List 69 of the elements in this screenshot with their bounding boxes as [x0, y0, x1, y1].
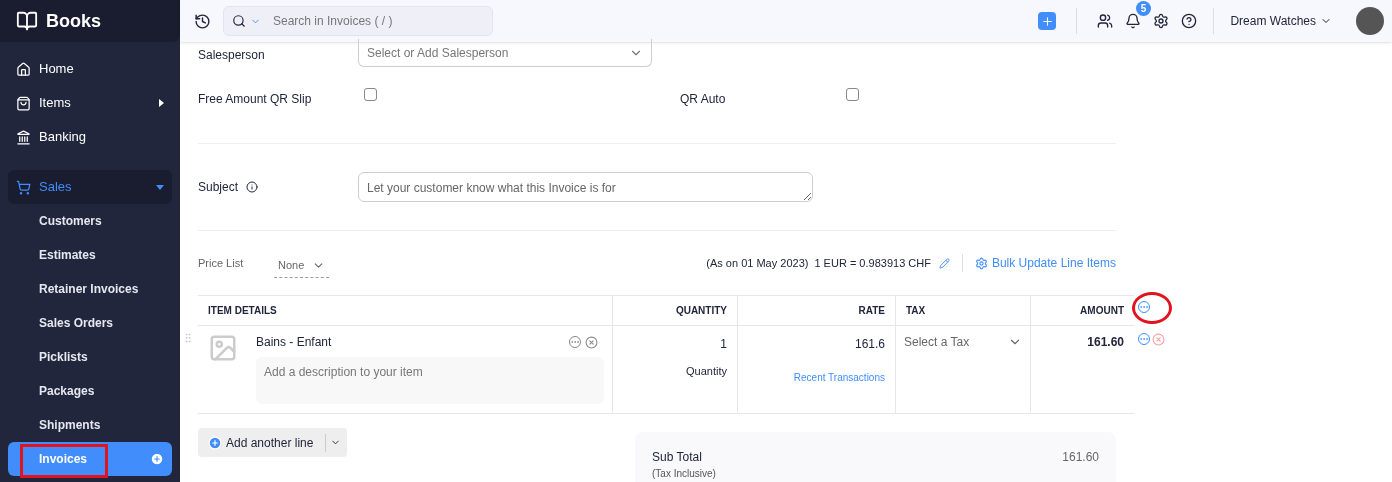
plus-icon — [208, 435, 222, 450]
column-header: AMOUNT — [1030, 296, 1134, 325]
highlight-outline — [1132, 292, 1172, 324]
image-placeholder-icon — [208, 333, 238, 363]
column-header: RATE — [737, 296, 895, 325]
field-label: QR Auto — [680, 91, 727, 108]
add-line-button[interactable]: Add another line — [198, 428, 348, 457]
remove-icon[interactable] — [585, 335, 598, 349]
avatar[interactable] — [1356, 7, 1384, 35]
search-field[interactable]: Search in Invoices ( / ) — [223, 6, 493, 36]
remove-icon[interactable] — [1152, 333, 1165, 346]
price-list-select[interactable]: None — [274, 254, 330, 278]
drag-handle-icon[interactable] — [182, 332, 194, 344]
settings-icon[interactable] — [1153, 13, 1170, 29]
sidebar-item[interactable]: Banking — [8, 120, 172, 154]
unit-label: Quantity — [686, 364, 727, 379]
app-name: Books — [46, 9, 101, 33]
sidebar-subitem[interactable]: Packages — [8, 374, 172, 408]
column-header: TAX — [895, 296, 1030, 325]
sidebar-subitem[interactable]: Shipments — [8, 408, 172, 442]
add-icon — [150, 452, 164, 466]
exchange-rate-date: (As on 01 May 2023) — [706, 255, 809, 271]
sidebar-item[interactable]: Home — [8, 52, 172, 86]
subject-field[interactable]: Let your customer know what this Invoice is for — [358, 172, 813, 202]
settings-icon — [974, 256, 988, 270]
new-button[interactable] — [1038, 12, 1057, 30]
total-label: Sub Total — [652, 449, 703, 466]
logo-icon — [16, 10, 38, 32]
tax-select[interactable]: Select a Tax — [904, 333, 1022, 351]
checkbox[interactable] — [846, 88, 859, 101]
field-label: Free Amount QR Slip — [198, 91, 313, 108]
users-icon[interactable] — [1097, 13, 1114, 29]
rate-value[interactable]: 161.6 — [854, 335, 885, 353]
edit-icon[interactable] — [938, 257, 950, 269]
sidebar-subitem[interactable]: Sales Orders — [8, 306, 172, 340]
sidebar-subitem[interactable]: Retainer Invoices — [8, 272, 172, 306]
organization-menu[interactable]: Dream Watches — [1230, 12, 1332, 30]
sidebar-icon — [16, 95, 31, 111]
sidebar-item[interactable]: Items — [8, 86, 172, 120]
amount-value: 161.60 — [1087, 334, 1124, 351]
sidebar-subitem[interactable]: Estimates — [8, 238, 172, 272]
info-icon — [246, 181, 259, 193]
sidebar-subitem[interactable]: Customers — [8, 204, 172, 238]
column-header: QUANTITY — [612, 296, 737, 325]
quantity-value[interactable]: 1 — [720, 335, 727, 353]
notification-count: 5 — [1135, 1, 1152, 16]
description-field[interactable]: Add a description to your item — [256, 357, 604, 404]
salesperson-select[interactable]: Select or Add Salesperson — [358, 39, 652, 67]
exchange-rate: 1 EUR = 0.983913 CHF — [814, 255, 931, 271]
sidebar-item[interactable]: Sales — [8, 170, 172, 204]
item-name: Bains - Enfant — [256, 334, 332, 351]
price-list-label: Price List — [198, 255, 245, 271]
checkbox[interactable] — [364, 88, 377, 101]
sidebar-subitem[interactable]: Picklists — [8, 340, 172, 374]
column-header: ITEM DETAILS — [207, 304, 278, 318]
help-icon[interactable] — [1181, 13, 1198, 29]
total-note: (Tax Inclusive) — [652, 467, 716, 481]
plus-icon — [1040, 14, 1054, 28]
search-icon — [232, 14, 246, 28]
sidebar-icon — [16, 179, 31, 195]
notification-icon[interactable] — [1125, 13, 1142, 29]
caret-icon — [159, 99, 164, 107]
sidebar-icon — [16, 61, 31, 77]
field-label: Salesperson — [198, 47, 266, 64]
total-value: 161.60 — [1062, 449, 1099, 466]
search-input[interactable]: Search in Invoices ( / ) — [273, 12, 473, 30]
sidebar-icon — [16, 129, 31, 145]
history-icon[interactable] — [194, 12, 211, 30]
field-label: Subject — [198, 178, 358, 196]
